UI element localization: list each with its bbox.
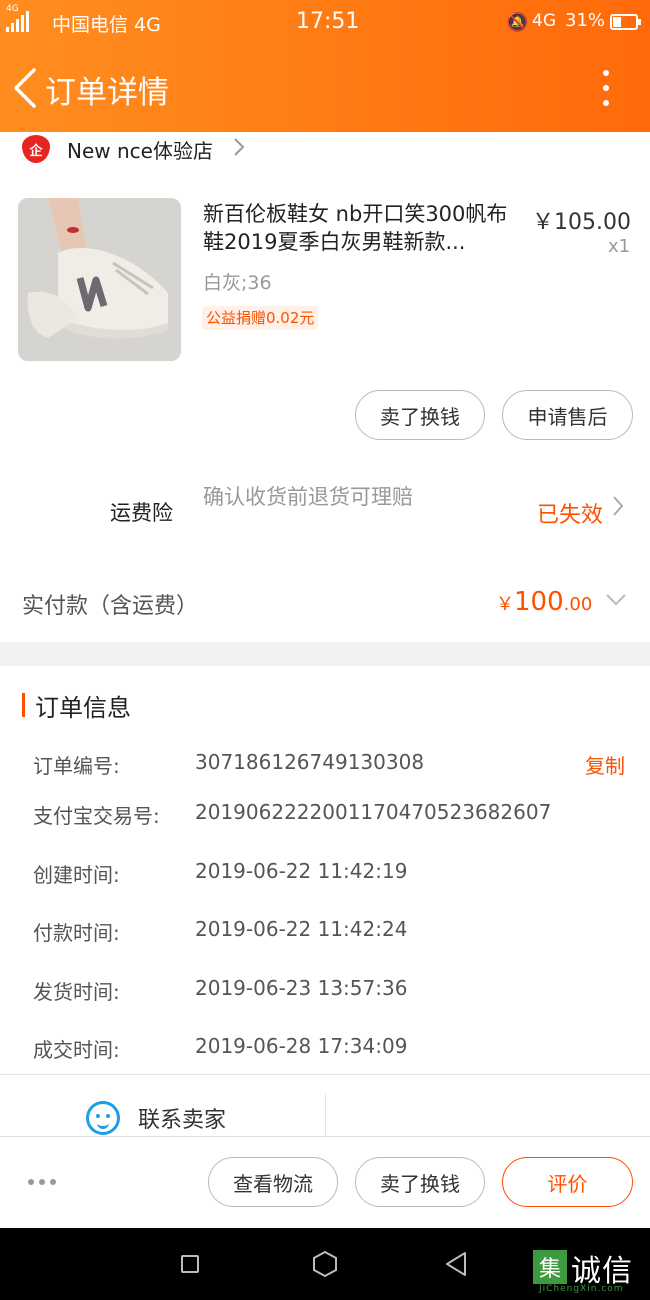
watermark-logo: 集 诚信 JiChengXin.com (533, 1244, 650, 1298)
sell-for-cash-button[interactable]: 卖了换钱 (355, 390, 485, 440)
shipped-time-label: 发货时间: (33, 980, 120, 1004)
more-actions-button[interactable] (28, 1179, 56, 1185)
paid-time-value: 2019-06-22 11:42:24 (195, 917, 408, 941)
chevron-down-icon[interactable] (604, 588, 628, 612)
back-button[interactable] (10, 66, 44, 110)
watermark-subtext: JiChengXin.com (539, 1284, 624, 1294)
view-logistics-button[interactable]: 查看物流 (208, 1157, 338, 1207)
paid-amount-label: 实付款（含运费） (22, 594, 199, 619)
order-number-value: 307186126749130308 (195, 750, 425, 774)
product-title[interactable]: 新百伦板鞋女 nb开口笑300帆布鞋2019夏季白灰男鞋新款... (203, 200, 515, 258)
enterprise-shield-icon: 企 (22, 135, 50, 163)
sell-for-cash-bottom-button[interactable]: 卖了换钱 (355, 1157, 485, 1207)
completed-time-value: 2019-06-28 17:34:09 (195, 1034, 408, 1058)
contact-seller-button[interactable]: 联系卖家 (86, 1100, 226, 1136)
page-title: 订单详情 (45, 75, 169, 111)
paid-amount: ￥100.00 (496, 587, 592, 617)
order-number-label: 订单编号: (33, 754, 120, 778)
created-time-label: 创建时间: (33, 863, 120, 887)
system-nav-bar: 集 诚信 JiChengXin.com (0, 1228, 650, 1300)
chevron-left-icon (14, 68, 36, 108)
created-time-value: 2019-06-22 11:42:19 (195, 859, 408, 883)
amount-decimal: .00 (563, 594, 593, 615)
recent-apps-icon[interactable] (181, 1255, 199, 1273)
back-nav-icon[interactable] (445, 1251, 467, 1281)
app-header: 4G 中国电信 4G 17:51 🔕 4G 31% 订单详情 (0, 0, 650, 132)
copy-button[interactable]: 复制 (585, 750, 625, 779)
amount-integer: 100 (514, 587, 564, 617)
carrier-name: 中国电信 4G (52, 14, 161, 36)
shipped-time-value: 2019-06-23 13:57:36 (195, 976, 408, 1000)
order-info-title: 订单信息 (35, 693, 131, 722)
section-heading: 订单信息 (22, 691, 131, 722)
home-icon[interactable] (312, 1250, 338, 1282)
clock: 17:51 (296, 9, 360, 34)
currency-symbol: ￥ (496, 594, 514, 615)
shop-name: New nce体验店 (67, 138, 213, 163)
heading-accent-bar (22, 693, 25, 717)
alipay-trade-label: 支付宝交易号: (33, 804, 160, 828)
battery-icon (610, 14, 641, 30)
review-button[interactable]: 评价 (502, 1157, 633, 1207)
product-quantity: x1 (608, 236, 631, 257)
signal-icon: 4G (6, 4, 29, 32)
sneaker-photo (18, 198, 181, 361)
bottom-action-bar: 查看物流 卖了换钱 评价 (0, 1136, 650, 1228)
battery-percent: 31% (565, 10, 606, 31)
chevron-right-icon[interactable] (612, 495, 624, 523)
after-sales-button[interactable]: 申请售后 (502, 390, 633, 440)
order-info-section: 订单信息 订单编号: 307186126749130308 复制 支付宝交易号:… (0, 666, 650, 1136)
paid-time-label: 付款时间: (33, 921, 120, 945)
divider (0, 1074, 650, 1075)
completed-time-label: 成交时间: (33, 1038, 120, 1062)
charity-badge: 公益捐赠0.02元 (202, 306, 319, 330)
vertical-divider (325, 1094, 326, 1136)
network-indicator: 4G (532, 11, 556, 31)
more-horizontal-icon (28, 1179, 34, 1185)
more-vertical-icon (603, 70, 609, 76)
chevron-right-icon (233, 137, 245, 162)
order-card: 企 New nce体验店 新百伦板鞋女 nb开口笑300帆布鞋2019夏季白灰男… (0, 132, 650, 642)
contact-seller-label: 联系卖家 (138, 1108, 227, 1133)
product-sku: 白灰;36 (203, 272, 272, 294)
product-image[interactable] (18, 198, 181, 361)
status-bar: 4G 中国电信 4G 17:51 🔕 4G 31% (0, 0, 650, 46)
insurance-label: 运费险 (110, 501, 173, 525)
insurance-description: 确认收货前退货可理赔 (203, 485, 413, 509)
alipay-trade-value: 2019062222001170470523682607 (195, 800, 552, 824)
watermark-box: 集 (533, 1250, 567, 1284)
chat-smiley-icon (86, 1101, 120, 1135)
mute-bell-icon: 🔕 (506, 12, 529, 33)
network-tag: 4G (6, 4, 19, 14)
product-price: ￥105.00 (532, 210, 631, 235)
more-menu-button[interactable] (596, 70, 616, 106)
insurance-status[interactable]: 已失效 (537, 497, 603, 529)
shop-link[interactable]: 企 New nce体验店 (22, 132, 245, 166)
